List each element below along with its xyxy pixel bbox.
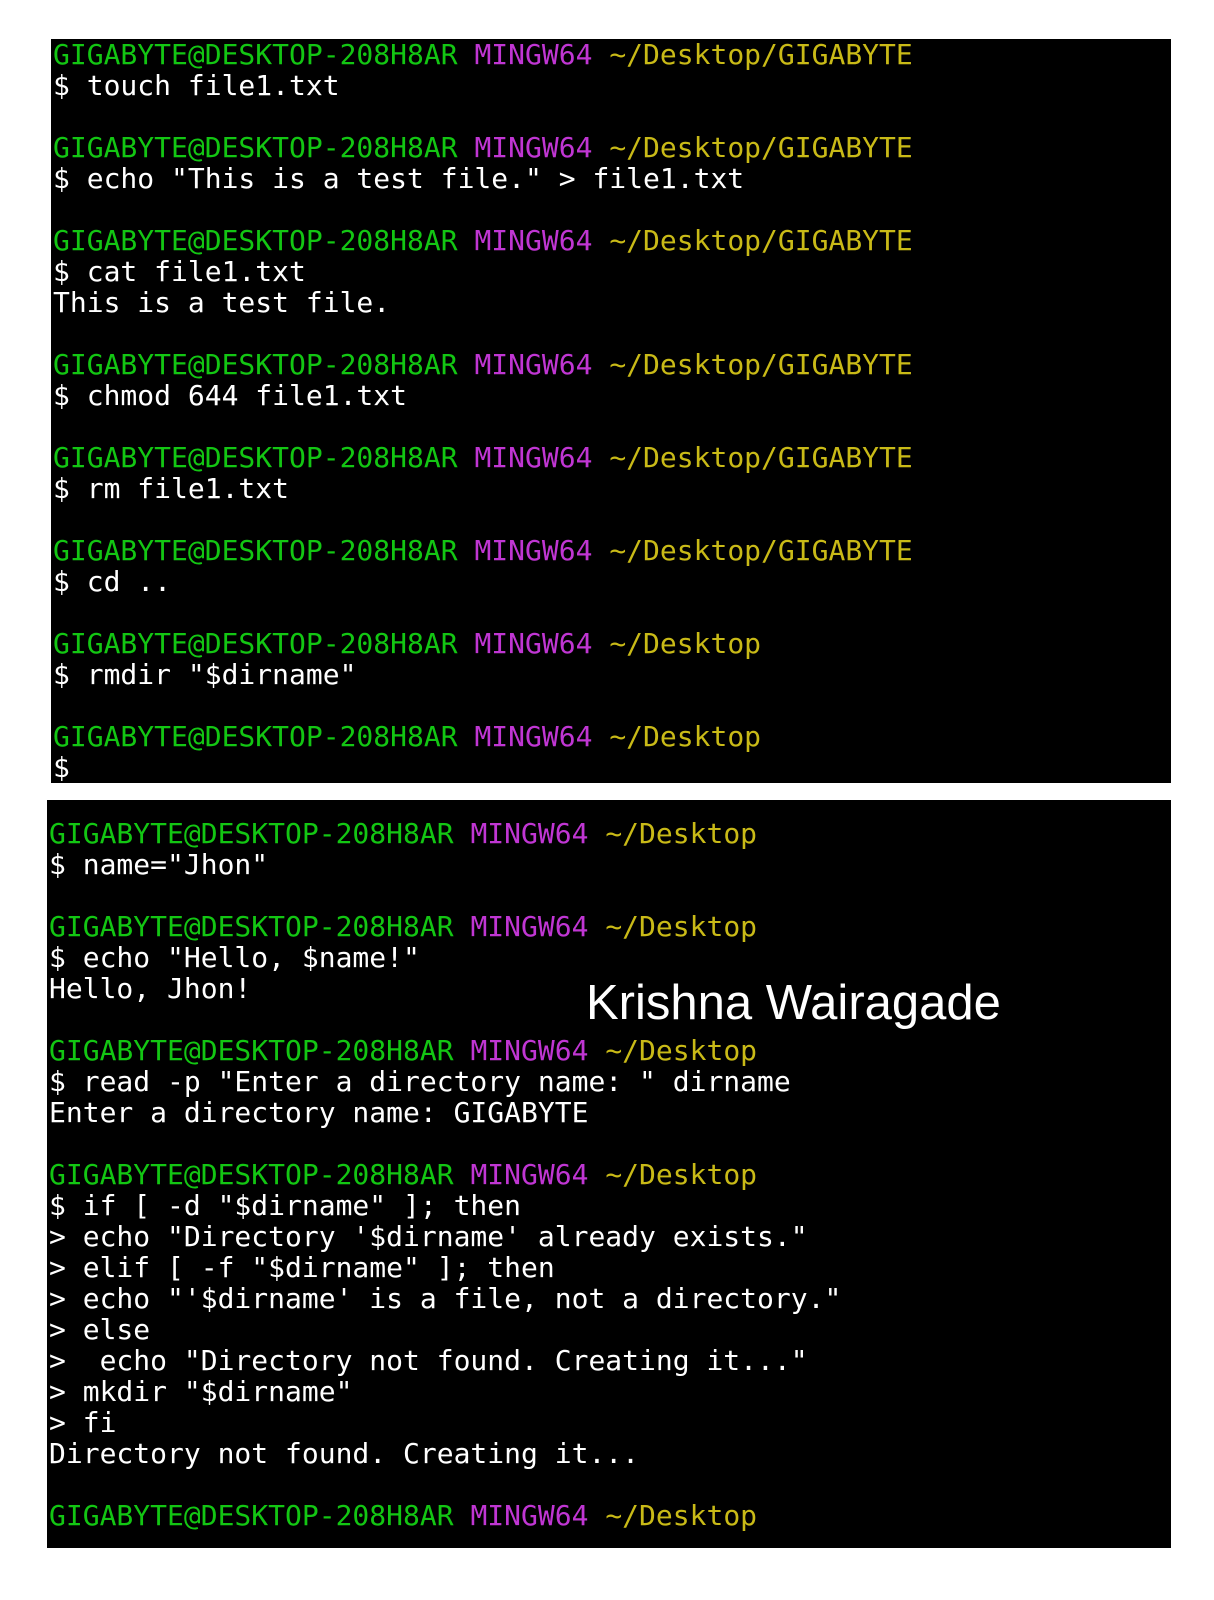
prompt-line: GIGABYTE@DESKTOP-208H8AR MINGW64 ~/Deskt… xyxy=(53,132,913,163)
terminal-window-bottom[interactable]: GIGABYTE@DESKTOP-208H8AR MINGW64 ~/Deskt… xyxy=(47,800,1171,1548)
prompt-system: MINGW64 xyxy=(474,627,593,660)
prompt-system: MINGW64 xyxy=(474,348,593,381)
prompt-line: GIGABYTE@DESKTOP-208H8AR MINGW64 ~/Deskt… xyxy=(53,39,913,70)
prompt-system: MINGW64 xyxy=(470,1158,589,1191)
prompt-line: GIGABYTE@DESKTOP-208H8AR MINGW64 ~/Deskt… xyxy=(53,442,913,473)
prompt-user-host: GIGABYTE@DESKTOP-208H8AR xyxy=(49,817,454,850)
prompt-system: MINGW64 xyxy=(474,534,593,567)
prompt-path: ~/Desktop xyxy=(605,1499,758,1532)
prompt-user-host: GIGABYTE@DESKTOP-208H8AR xyxy=(49,1499,454,1532)
terminal-text-line: $ touch file1.txt xyxy=(53,69,340,102)
prompt-system: MINGW64 xyxy=(470,1499,589,1532)
prompt-user-host: GIGABYTE@DESKTOP-208H8AR xyxy=(53,720,458,753)
terminal-text-line: $ cd .. xyxy=(53,565,172,598)
terminal-text-line: > fi xyxy=(49,1406,117,1439)
prompt-user-host: GIGABYTE@DESKTOP-208H8AR xyxy=(53,627,458,660)
prompt-system: MINGW64 xyxy=(474,441,593,474)
prompt-path: ~/Desktop/GIGABYTE xyxy=(609,348,913,381)
terminal-text-line: $ chmod 644 file1.txt xyxy=(53,379,408,412)
prompt-system: MINGW64 xyxy=(470,1034,589,1067)
prompt-path: ~/Desktop xyxy=(605,1034,758,1067)
prompt-user-host: GIGABYTE@DESKTOP-208H8AR xyxy=(49,1158,454,1191)
terminal-text-line: > else xyxy=(49,1313,151,1346)
prompt-line: GIGABYTE@DESKTOP-208H8AR MINGW64 ~/Deskt… xyxy=(53,721,761,752)
terminal-text-line: $ if [ -d "$dirname" ]; then xyxy=(49,1189,522,1222)
prompt-path: ~/Desktop/GIGABYTE xyxy=(609,131,913,164)
prompt-path: ~/Desktop/GIGABYTE xyxy=(609,39,913,71)
terminal-text-line: > echo "'$dirname' is a file, not a dire… xyxy=(49,1282,842,1315)
prompt-system: MINGW64 xyxy=(470,817,589,850)
prompt-user-host: GIGABYTE@DESKTOP-208H8AR xyxy=(53,39,458,71)
prompt-user-host: GIGABYTE@DESKTOP-208H8AR xyxy=(53,441,458,474)
prompt-system: MINGW64 xyxy=(474,39,593,71)
terminal-text-line: > echo "Directory not found. Creating it… xyxy=(49,1344,808,1377)
prompt-line: GIGABYTE@DESKTOP-208H8AR MINGW64 ~/Deskt… xyxy=(53,535,913,566)
prompt-line: GIGABYTE@DESKTOP-208H8AR MINGW64 ~/Deskt… xyxy=(49,818,757,849)
prompt-line: GIGABYTE@DESKTOP-208H8AR MINGW64 ~/Deskt… xyxy=(53,628,761,659)
terminal-text-line: > echo "Directory '$dirname' already exi… xyxy=(49,1220,808,1253)
prompt-line: GIGABYTE@DESKTOP-208H8AR MINGW64 ~/Deskt… xyxy=(49,1159,757,1190)
terminal-window-top[interactable]: GIGABYTE@DESKTOP-208H8AR MINGW64 ~/Deskt… xyxy=(51,39,1171,783)
prompt-path: ~/Desktop xyxy=(609,720,762,753)
terminal-text-line: $ rmdir "$dirname" xyxy=(53,658,357,691)
prompt-user-host: GIGABYTE@DESKTOP-208H8AR xyxy=(53,348,458,381)
terminal-text-line: > elif [ -f "$dirname" ]; then xyxy=(49,1251,555,1284)
prompt-path: ~/Desktop/GIGABYTE xyxy=(609,534,913,567)
prompt-path: ~/Desktop xyxy=(609,627,762,660)
terminal-text-line: Enter a directory name: GIGABYTE xyxy=(49,1096,589,1129)
prompt-path: ~/Desktop xyxy=(605,817,758,850)
prompt-system: MINGW64 xyxy=(474,131,593,164)
prompt-user-host: GIGABYTE@DESKTOP-208H8AR xyxy=(49,910,454,943)
prompt-user-host: GIGABYTE@DESKTOP-208H8AR xyxy=(53,131,458,164)
prompt-path: ~/Desktop xyxy=(605,1158,758,1191)
terminal-text-line: $ cat file1.txt xyxy=(53,255,306,288)
terminal-text-line: > mkdir "$dirname" xyxy=(49,1375,353,1408)
prompt-user-host: GIGABYTE@DESKTOP-208H8AR xyxy=(49,1034,454,1067)
terminal-text-line: $ rm file1.txt xyxy=(53,472,290,505)
terminal-text-line: $ echo "Hello, $name!" xyxy=(49,941,420,974)
prompt-path: ~/Desktop xyxy=(605,910,758,943)
prompt-user-host: GIGABYTE@DESKTOP-208H8AR xyxy=(53,224,458,257)
prompt-line: GIGABYTE@DESKTOP-208H8AR MINGW64 ~/Deskt… xyxy=(53,349,913,380)
prompt-path: ~/Desktop/GIGABYTE xyxy=(609,441,913,474)
terminal-text-line: This is a test file. xyxy=(53,286,391,319)
author-name-overlay: Krishna Wairagade xyxy=(586,976,1001,1030)
prompt-system: MINGW64 xyxy=(474,224,593,257)
terminal-text-line: $ read -p "Enter a directory name: " dir… xyxy=(49,1065,791,1098)
terminal-text-line: Hello, Jhon! xyxy=(49,972,252,1005)
prompt-line: GIGABYTE@DESKTOP-208H8AR MINGW64 ~/Deskt… xyxy=(49,1500,757,1531)
prompt-line: GIGABYTE@DESKTOP-208H8AR MINGW64 ~/Deskt… xyxy=(49,1035,757,1066)
prompt-line: GIGABYTE@DESKTOP-208H8AR MINGW64 ~/Deskt… xyxy=(49,911,757,942)
terminal-text-line: $ xyxy=(53,751,70,783)
terminal-text-line: Directory not found. Creating it... xyxy=(49,1437,640,1470)
terminal-text-line: $ name="Jhon" xyxy=(49,848,269,881)
prompt-system: MINGW64 xyxy=(470,910,589,943)
prompt-path: ~/Desktop/GIGABYTE xyxy=(609,224,913,257)
prompt-system: MINGW64 xyxy=(474,720,593,753)
prompt-user-host: GIGABYTE@DESKTOP-208H8AR xyxy=(53,534,458,567)
prompt-line: GIGABYTE@DESKTOP-208H8AR MINGW64 ~/Deskt… xyxy=(53,225,913,256)
terminal-text-line: $ echo "This is a test file." > file1.tx… xyxy=(53,162,745,195)
